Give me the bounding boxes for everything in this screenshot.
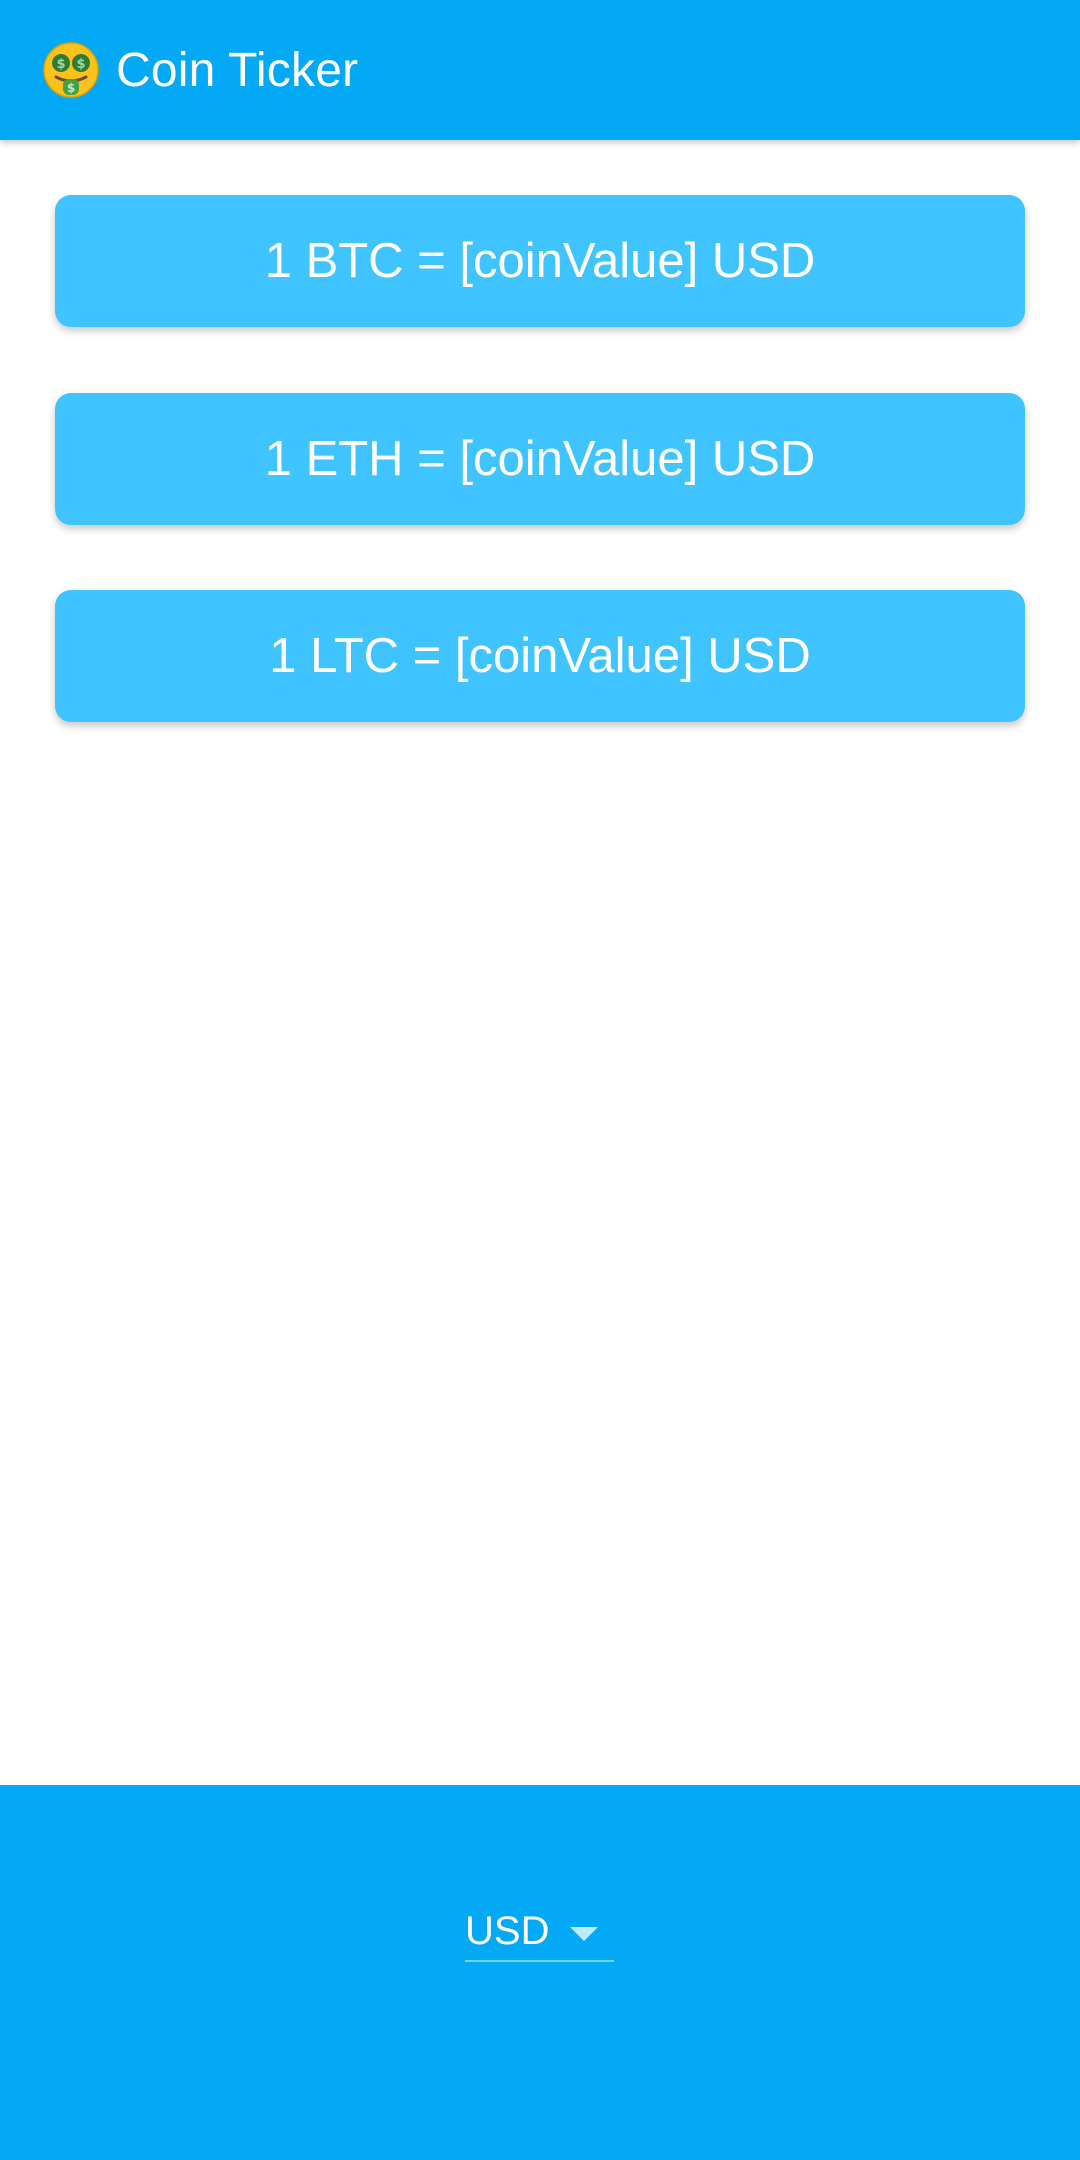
svg-text:$: $ — [67, 81, 75, 95]
caret-down-icon — [570, 1927, 598, 1941]
app-title: Coin Ticker — [116, 43, 359, 97]
coin-card-eth[interactable]: 1 ETH = [coinValue] USD — [55, 393, 1025, 525]
currency-dropdown-value: USD — [465, 1909, 550, 1953]
coin-list: 1 BTC = [coinValue] USD 1 ETH = [coinVal… — [0, 140, 1080, 1785]
money-mouth-face-icon: $ $ $ — [42, 41, 100, 99]
currency-dropdown[interactable]: USD — [465, 1908, 614, 1962]
coin-card-ltc[interactable]: 1 LTC = [coinValue] USD — [55, 590, 1025, 722]
coin-card-btc[interactable]: 1 BTC = [coinValue] USD — [55, 195, 1025, 327]
svg-text:$: $ — [76, 57, 85, 72]
app-bar: $ $ $ Coin Ticker — [0, 0, 1080, 140]
svg-text:$: $ — [56, 57, 65, 72]
bottom-panel: USD — [0, 1785, 1080, 2160]
